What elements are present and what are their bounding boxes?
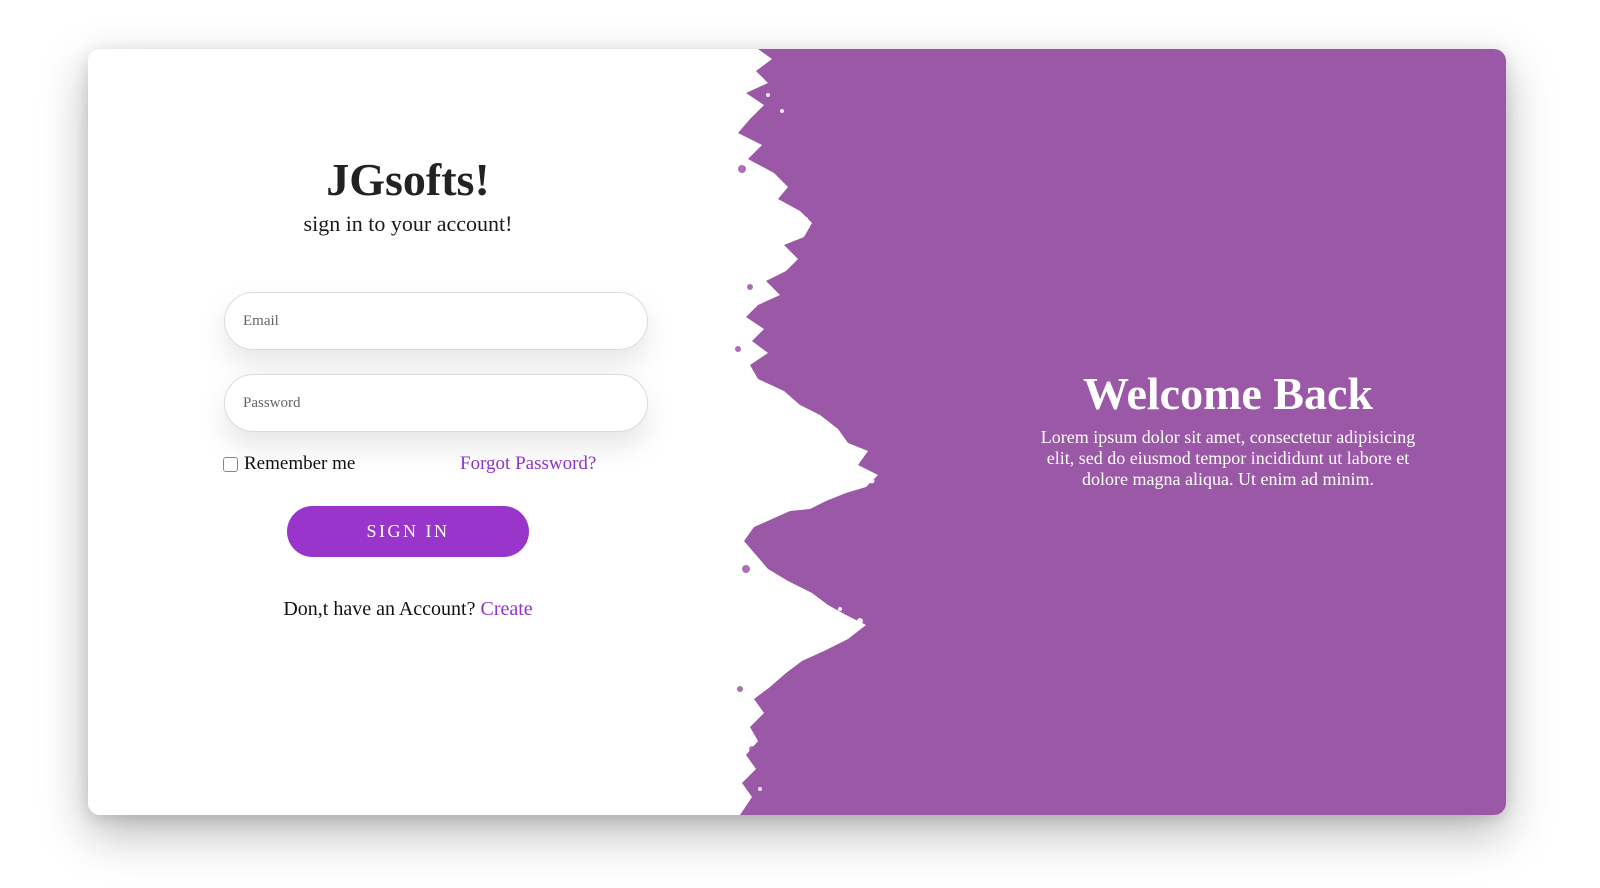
sign-in-panel: JGsofts! sign in to your account! Rememb… xyxy=(88,49,728,815)
remember-me-label: Remember me xyxy=(244,453,356,474)
no-account-text: Don,t have an Account? xyxy=(283,598,476,620)
checkbox-icon[interactable] xyxy=(223,456,238,472)
welcome-text: Lorem ipsum dolor sit amet, consectetur … xyxy=(1040,427,1416,489)
paint-brush-edge xyxy=(728,49,878,815)
remember-me[interactable]: Remember me xyxy=(223,453,355,475)
welcome-panel: Welcome Back Lorem ipsum dolor sit amet,… xyxy=(728,49,1506,815)
page-background: JGsofts! sign in to your account! Rememb… xyxy=(0,0,1600,888)
create-account-link[interactable]: Create xyxy=(480,598,532,620)
brand-title: JGsofts! xyxy=(326,154,490,205)
email-field[interactable] xyxy=(224,292,648,350)
password-field[interactable] xyxy=(224,374,648,432)
forgot-password-link[interactable]: Forgot Password? xyxy=(460,453,596,475)
login-card: JGsofts! sign in to your account! Rememb… xyxy=(88,49,1506,815)
sign-in-subtitle: sign in to your account! xyxy=(303,211,513,236)
sign-in-button[interactable]: SIGN IN xyxy=(287,506,529,557)
create-account-row: Don,t have an Account? Create xyxy=(88,598,728,621)
welcome-heading: Welcome Back xyxy=(1083,368,1373,419)
